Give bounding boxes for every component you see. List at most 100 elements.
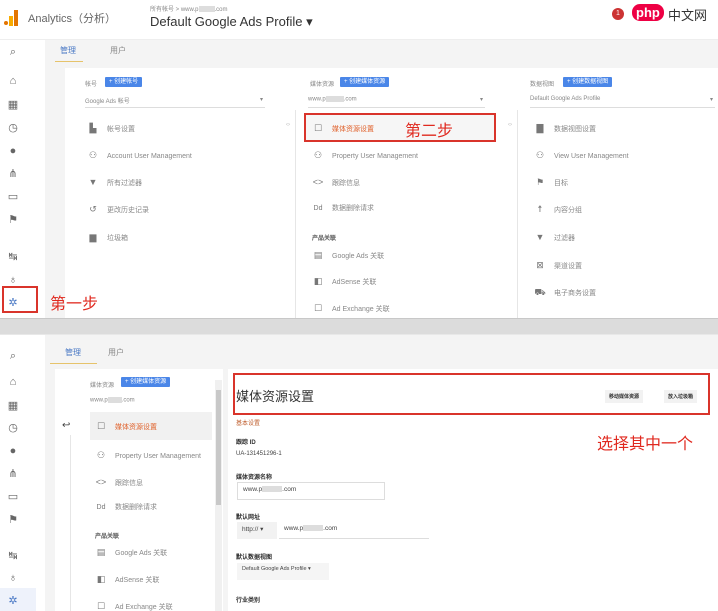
ads-icon: ▤ xyxy=(313,250,323,260)
tracking-id-value: UA-131451296-1 xyxy=(236,451,282,457)
tracking-info[interactable]: <> 跟踪信息 xyxy=(93,475,143,489)
default-view-label: 默认数据视图 xyxy=(236,555,273,561)
ecommerce-settings[interactable]: ⛟ 电子商务设置 xyxy=(532,285,596,299)
goals[interactable]: ⚑ 目标 xyxy=(532,175,568,189)
code-icon: <> xyxy=(312,177,324,187)
clock-icon[interactable]: ◷ xyxy=(6,421,20,435)
property-settings[interactable]: ☐ 媒体资源设置 xyxy=(93,419,157,433)
protocol-select[interactable]: http:// ▾ xyxy=(237,522,277,539)
attribution-icon[interactable]: ↹ xyxy=(6,250,20,264)
search-icon[interactable]: ⌕ xyxy=(6,349,20,363)
channel-settings[interactable]: ⊠ 渠道设置 xyxy=(532,258,582,272)
create-account-button[interactable]: + 创建帐号 xyxy=(105,77,143,87)
tracking-info[interactable]: <> 跟踪信息 xyxy=(310,175,360,189)
audience-icon[interactable]: ● xyxy=(6,444,20,458)
property-name-input[interactable]: www.p .com xyxy=(237,482,385,500)
property-name-label: 媒体资源名称 xyxy=(236,475,273,481)
admin-gear-icon[interactable]: ✲ xyxy=(6,594,20,608)
acquisition-icon[interactable]: ⋔ xyxy=(6,167,20,181)
bottom-screenshot: ⌕ ⌂ ▦ ◷ ● ⋔ ▭ ⚑ ↹ ♁ ✲ 管理 用户 媒体资源 + 创建媒体资… xyxy=(0,335,718,611)
acquisition-icon[interactable]: ⋔ xyxy=(6,467,20,481)
notification-badge[interactable]: 1 xyxy=(612,8,624,20)
filters[interactable]: ▼ 过滤器 xyxy=(532,230,575,244)
step1-highlight xyxy=(2,286,38,313)
trash-can[interactable]: ▆ 垃圾箱 xyxy=(85,230,128,244)
discover-icon[interactable]: ♁ xyxy=(6,571,20,585)
channel-icon: ⊠ xyxy=(536,260,544,270)
building-icon: ▙ xyxy=(89,123,97,133)
adsense-icon: ◧ xyxy=(96,574,106,584)
people-icon: ⚇ xyxy=(96,450,106,460)
people-icon: ⚇ xyxy=(535,150,545,160)
header: Analytics（分析） 所有帐号 > www.p .com Default G… xyxy=(0,0,718,40)
adexchange-linking[interactable]: ☐ Ad Exchange 关联 xyxy=(310,301,390,315)
adexchange-icon: ☐ xyxy=(313,303,323,313)
discover-icon[interactable]: ♁ xyxy=(6,273,20,287)
create-view-button[interactable]: + 创建数据视图 xyxy=(563,77,613,87)
property-title[interactable]: Default Google Ads Profile ▾ xyxy=(150,14,313,30)
view-selector[interactable]: Default Google Ads Profile ▾ xyxy=(530,96,715,108)
account-user-management[interactable]: ⚇ Account User Management xyxy=(85,148,192,162)
analytics-logo xyxy=(4,10,20,26)
back-arrow-icon[interactable]: ↩ xyxy=(62,420,70,431)
tab-admin[interactable]: 管理 xyxy=(60,45,76,56)
account-selector[interactable]: Google Ads 帐号 ▾ xyxy=(85,96,265,108)
customization-icon[interactable]: ▦ xyxy=(6,98,20,112)
tree-line xyxy=(70,435,71,611)
audience-icon[interactable]: ● xyxy=(6,144,20,158)
behavior-icon[interactable]: ▭ xyxy=(6,190,20,204)
data-deletion-requests[interactable]: Dd 数据删除请求 xyxy=(310,202,374,216)
content-grouping[interactable]: ☨ 内容分组 xyxy=(532,202,582,216)
expand-handle-icon[interactable]: ‹› xyxy=(286,122,290,128)
search-icon[interactable]: ⌕ xyxy=(6,45,20,59)
create-property-button[interactable]: + 创建媒体资源 xyxy=(121,377,171,387)
expand-handle-icon[interactable]: ‹› xyxy=(508,122,512,128)
tab-admin[interactable]: 管理 xyxy=(65,347,81,358)
nav-scrollbar[interactable] xyxy=(215,380,222,611)
property-user-management[interactable]: ⚇ Property User Management xyxy=(310,148,418,162)
column-divider xyxy=(295,110,296,318)
home-icon[interactable]: ⌂ xyxy=(6,74,20,88)
create-property-button[interactable]: + 创建媒体资源 xyxy=(340,77,390,87)
google-ads-linking[interactable]: ▤ Google Ads 关联 xyxy=(93,545,167,559)
choose-highlight xyxy=(233,373,710,415)
adexchange-linking[interactable]: ☐ Ad Exchange 关联 xyxy=(93,599,173,611)
clock-icon[interactable]: ◷ xyxy=(6,121,20,135)
tracking-id-label: 跟踪 ID xyxy=(236,440,256,446)
customization-icon[interactable]: ▦ xyxy=(6,399,20,413)
default-url-input[interactable]: www.p .com xyxy=(279,522,429,539)
flag-icon[interactable]: ⚑ xyxy=(6,213,20,227)
change-history[interactable]: ↺ 更改历史记录 xyxy=(85,202,149,216)
product-linking-header: 产品关联 xyxy=(312,236,337,242)
code-icon: <> xyxy=(95,477,107,487)
all-filters[interactable]: ▼ 所有过滤器 xyxy=(85,175,142,189)
step1-annotation: 第一步 xyxy=(50,296,99,313)
tab-underline xyxy=(55,61,83,62)
adsense-linking[interactable]: ◧ AdSense 关联 xyxy=(310,274,377,288)
property-user-management[interactable]: ⚇ Property User Management xyxy=(93,448,201,462)
behavior-icon[interactable]: ▭ xyxy=(6,490,20,504)
tab-user[interactable]: 用户 xyxy=(110,45,126,56)
people-icon: ⚇ xyxy=(313,150,323,160)
column-divider xyxy=(517,110,518,318)
default-view-select[interactable]: Default Google Ads Profile ▾ xyxy=(237,563,329,580)
adsense-linking[interactable]: ◧ AdSense 关联 xyxy=(93,572,160,586)
default-url-label: 默认网址 xyxy=(236,515,261,521)
doc-icon: ▇ xyxy=(536,123,544,133)
data-deletion-requests[interactable]: Dd 数据删除请求 xyxy=(93,501,157,515)
view-settings[interactable]: ▇ 数据视图设置 xyxy=(532,121,596,135)
view-user-management[interactable]: ⚇ View User Management xyxy=(532,148,629,162)
google-ads-linking[interactable]: ▤ Google Ads 关联 xyxy=(310,248,384,262)
ads-icon: ▤ xyxy=(96,547,106,557)
property-selector[interactable]: www.p .com ▾ xyxy=(308,96,485,108)
flag-icon[interactable]: ⚑ xyxy=(6,513,20,527)
php-watermark-logo: php xyxy=(632,4,664,21)
filter-icon: ▼ xyxy=(535,232,545,242)
tab-user[interactable]: 用户 xyxy=(108,347,124,358)
attribution-icon[interactable]: ↹ xyxy=(6,549,20,563)
home-icon[interactable]: ⌂ xyxy=(6,375,20,389)
dd-icon: Dd xyxy=(96,504,106,511)
breadcrumb[interactable]: 所有帐号 > www.p .com xyxy=(150,4,228,13)
property-url[interactable]: www.p .com xyxy=(90,397,135,404)
account-settings[interactable]: ▙ 帐号设置 xyxy=(85,121,135,135)
